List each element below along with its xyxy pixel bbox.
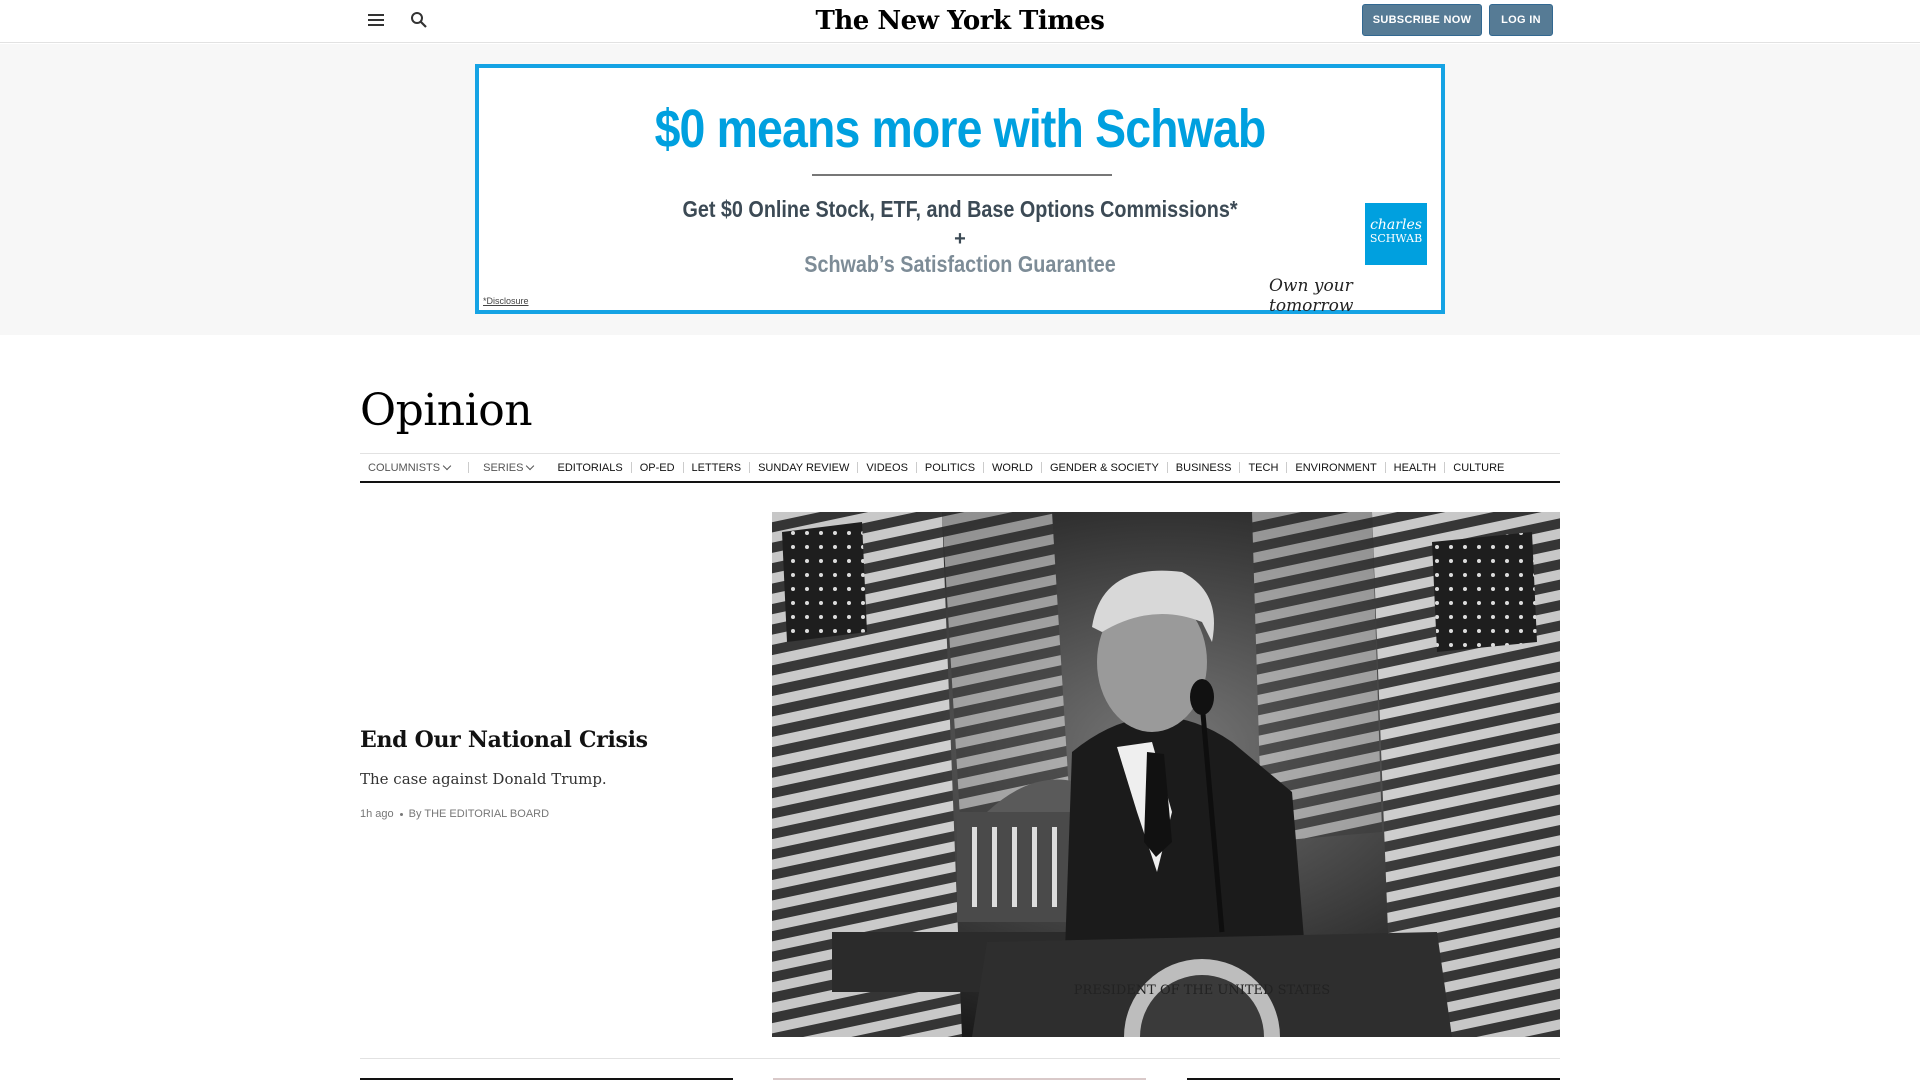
schwab-logo: charles SCHWAB — [1365, 203, 1427, 265]
section-subnav: COLUMNISTS SERIES EDITORIALS OP-ED LETTE… — [360, 453, 1560, 483]
chevron-down-icon — [442, 461, 452, 470]
nav-separator — [1041, 462, 1042, 473]
ad-plus: + — [954, 228, 966, 250]
ad-divider — [812, 174, 1112, 176]
nav-gender-society[interactable]: GENDER & SOCIETY — [1050, 462, 1159, 474]
nav-separator — [857, 462, 859, 473]
schwab-logo-top: charles — [1370, 217, 1422, 233]
chevron-down-icon — [526, 461, 535, 470]
section-divider — [360, 1058, 1560, 1059]
nyt-logo[interactable]: The New York Times — [0, 6, 1920, 36]
podium-seal-text: PRESIDENT OF THE UNITED STATES — [1074, 983, 1330, 998]
nav-culture[interactable]: CULTURE — [1453, 462, 1504, 474]
nav-separator — [630, 462, 632, 473]
nav-letters[interactable]: LETTERS — [692, 462, 742, 474]
nav-separator — [1239, 462, 1241, 473]
nav-label: SERIES — [483, 461, 524, 474]
schwab-ad[interactable]: $0 means more with Schwab Get $0 Online … — [475, 64, 1445, 316]
nav-separator — [1286, 462, 1288, 473]
story-byline: By THE EDITORIAL BOARD — [408, 808, 550, 820]
nav-columnists[interactable]: COLUMNISTS — [368, 461, 452, 474]
lead-story-headline[interactable]: End Our National Crisis — [360, 727, 648, 753]
nav-op-ed[interactable]: OP-ED — [640, 462, 675, 474]
ad-headline: $0 means more with Schwab — [654, 99, 1267, 159]
nav-separator — [749, 462, 751, 473]
subscribe-button[interactable]: SUBSCRIBE NOW — [1362, 4, 1482, 36]
lead-story-image[interactable]: PRESIDENT OF THE UNITED STATES — [772, 512, 1560, 1037]
nav-business[interactable]: BUSINESS — [1176, 462, 1232, 474]
section-title[interactable]: Opinion — [360, 385, 533, 436]
nav-videos[interactable]: VIDEOS — [866, 462, 908, 474]
trump-podium-photo: PRESIDENT OF THE UNITED STATES — [772, 512, 1560, 1037]
nav-politics[interactable]: POLITICS — [925, 462, 975, 474]
login-button[interactable]: LOG IN — [1489, 4, 1553, 36]
lead-story-meta: 1h ago By THE EDITORIAL BOARD — [360, 808, 549, 820]
nav-health[interactable]: HEALTH — [1394, 462, 1437, 474]
nav-sunday-review[interactable]: SUNDAY REVIEW — [758, 462, 849, 474]
nav-separator — [682, 462, 684, 473]
nav-separator — [468, 462, 470, 473]
ad-offer-line: Get $0 Online Stock, ETF, and Base Optio… — [682, 196, 1238, 222]
nav-separator — [1444, 462, 1446, 473]
nav-tech[interactable]: TECH — [1248, 462, 1278, 474]
nav-editorials[interactable]: EDITORIALS — [557, 462, 622, 474]
top-bar: The New York Times SUBSCRIBE NOW LOG IN — [0, 0, 1920, 43]
nav-label: COLUMNISTS — [368, 461, 441, 474]
nav-series[interactable]: SERIES — [483, 461, 535, 474]
schwab-logo-bottom: SCHWAB — [1369, 232, 1423, 245]
nav-separator — [983, 462, 985, 473]
nav-separator — [1384, 462, 1386, 473]
nav-separator — [915, 462, 917, 473]
nav-environment[interactable]: ENVIRONMENT — [1295, 462, 1376, 474]
nav-world[interactable]: WORLD — [992, 462, 1033, 474]
ad-disclosure-link[interactable]: *Disclosure — [483, 296, 529, 306]
story-timestamp: 1h ago — [360, 808, 394, 820]
nav-separator — [1166, 462, 1168, 473]
meta-separator — [399, 812, 403, 816]
ad-tagline: Own your tomorrow — [1269, 276, 1354, 316]
lead-story-summary[interactable]: The case against Donald Trump. — [360, 770, 607, 788]
ad-guarantee-line: Schwab’s Satisfaction Guarantee — [804, 251, 1116, 277]
